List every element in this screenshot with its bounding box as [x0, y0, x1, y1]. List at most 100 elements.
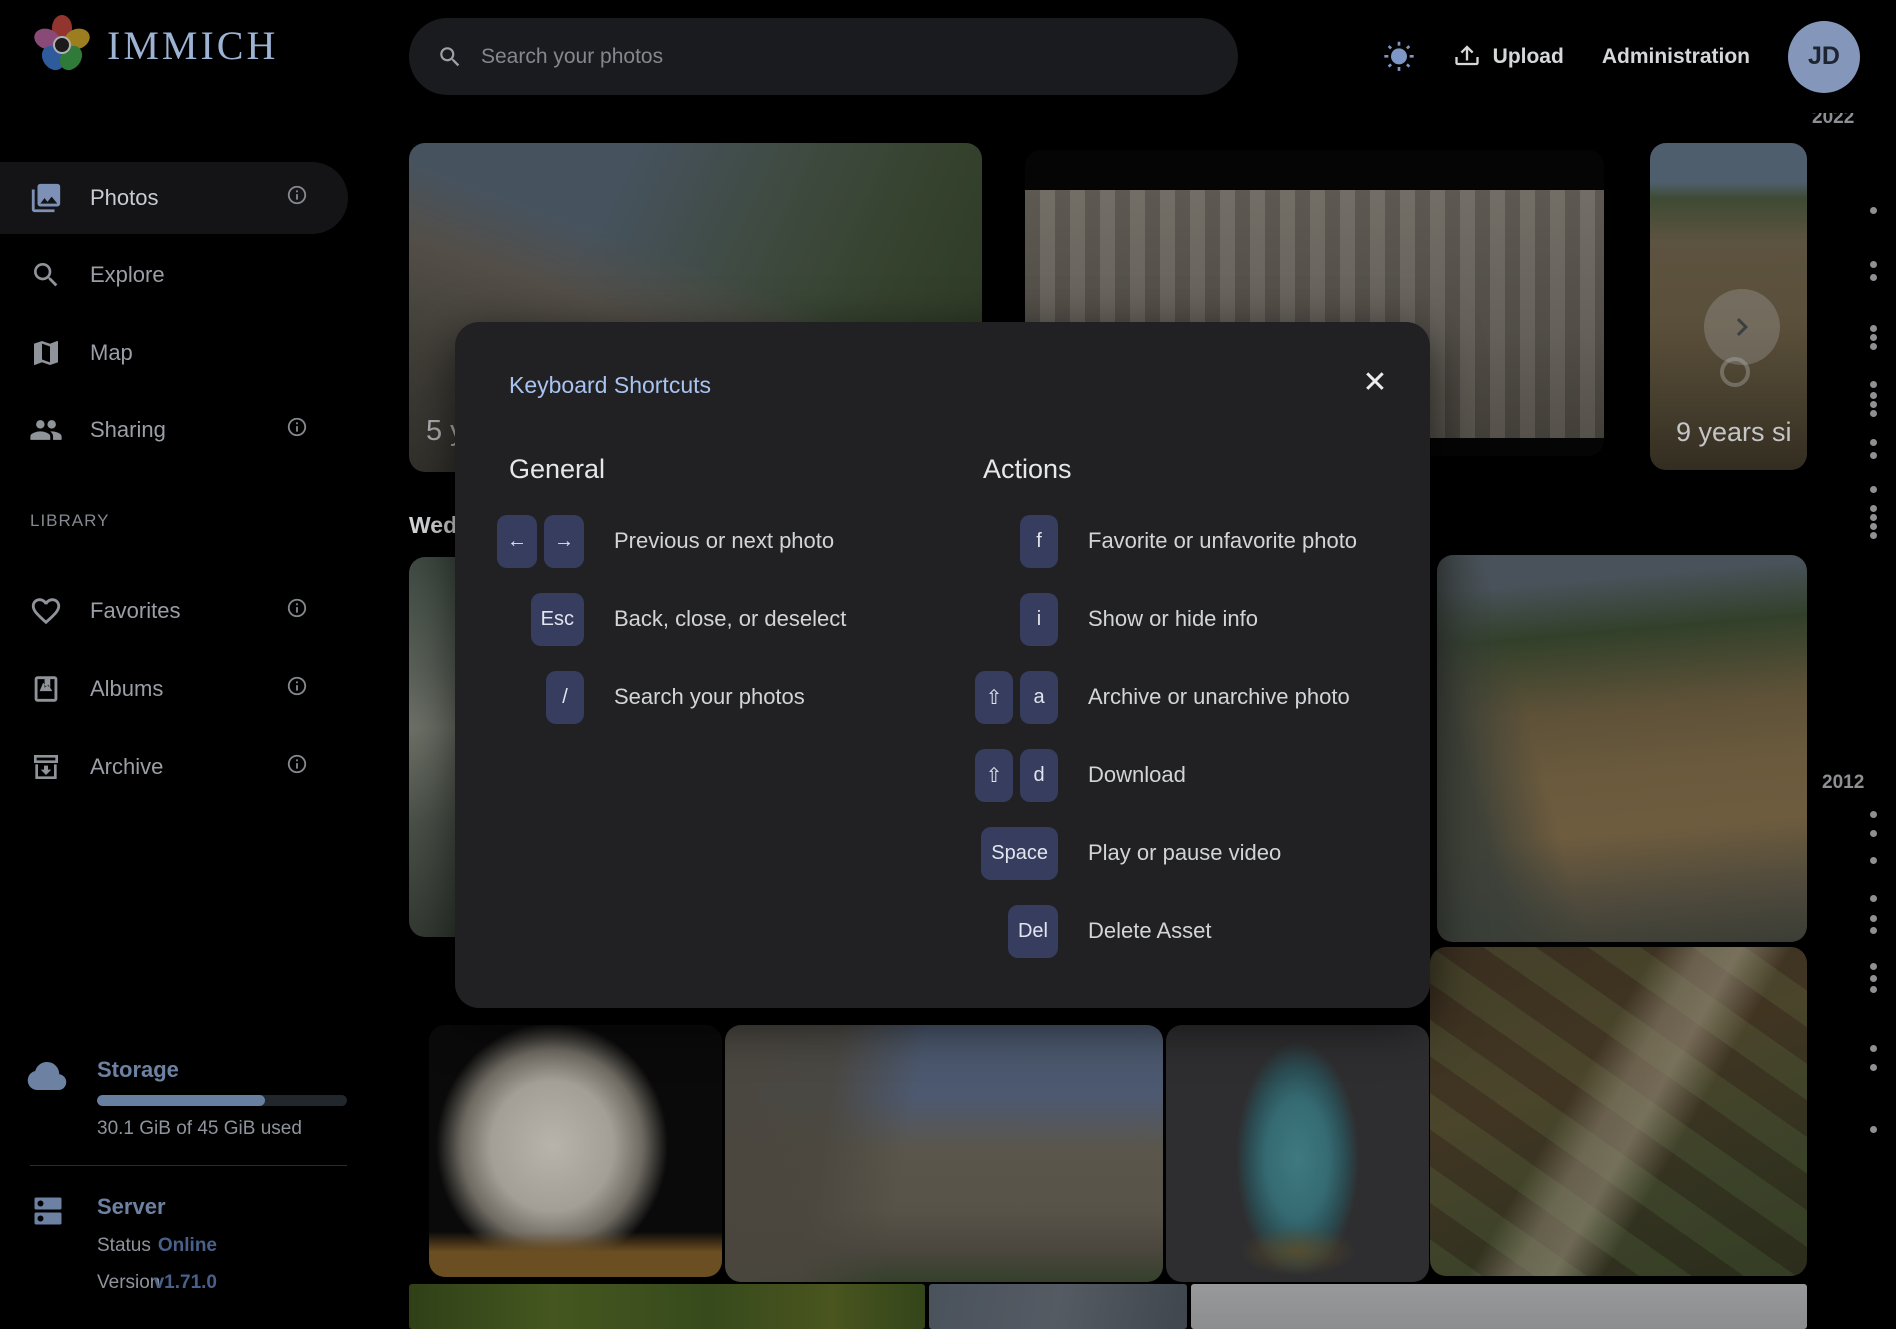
scrubber-dot	[1870, 830, 1877, 837]
shortcut-label: Favorite or unfavorite photo	[1088, 528, 1357, 554]
sidebar-item-label: Favorites	[90, 598, 286, 624]
scrubber-dot	[1870, 381, 1877, 388]
memory-label-right: 9 years si	[1676, 417, 1792, 448]
scrubber-dot	[1870, 392, 1877, 399]
sidebar-item-archive[interactable]: Archive	[0, 739, 348, 795]
scrubber-dot	[1870, 486, 1877, 493]
shortcut-keys: Space	[938, 827, 1058, 880]
keycap: Space	[981, 827, 1058, 880]
image-multiple-icon	[28, 181, 64, 215]
scrubber-dot	[1870, 207, 1877, 214]
shortcut-keys: ⇧d	[938, 749, 1058, 802]
scrubber-dot	[1870, 1064, 1877, 1071]
section-header-actions: Actions	[983, 454, 1072, 485]
sidebar-item-sharing[interactable]: Sharing	[0, 402, 348, 458]
info-icon[interactable]	[286, 416, 308, 444]
shortcut-row: ⇧dDownload	[938, 736, 1408, 814]
sidebar-item-map[interactable]: Map	[0, 325, 348, 381]
keycap: f	[1020, 515, 1058, 568]
sidebar-item-label: Photos	[90, 185, 286, 211]
administration-link[interactable]: Administration	[1602, 45, 1750, 69]
sidebar-item-label: Archive	[90, 754, 286, 780]
info-icon[interactable]	[286, 753, 308, 781]
shortcut-keys: Del	[938, 905, 1058, 958]
keycap: Del	[1008, 905, 1058, 958]
photo-sculpture[interactable]	[429, 1025, 722, 1277]
sidebar-item-albums[interactable]: Albums	[0, 661, 348, 717]
scrubber-dot	[1870, 986, 1877, 993]
scrubber-dot	[1870, 857, 1877, 864]
photo-gray-strip[interactable]	[1191, 1284, 1807, 1329]
map-icon	[28, 337, 64, 369]
server-version-value: v1.71.0	[97, 1272, 217, 1294]
scrubber-dot	[1870, 963, 1877, 970]
scrubber-dot	[1870, 410, 1877, 417]
storage-progress-bar	[97, 1095, 347, 1106]
info-icon[interactable]	[286, 597, 308, 625]
shortcut-label: Back, close, or deselect	[614, 606, 846, 632]
shortcut-row: ←→Previous or next photo	[489, 502, 909, 580]
scrubber-dot	[1870, 334, 1877, 341]
sidebar-item-photos[interactable]: Photos	[0, 162, 348, 234]
library-section-header: LIBRARY	[30, 511, 109, 531]
search-placeholder: Search your photos	[481, 45, 663, 69]
shortcuts-column-actions: fFavorite or unfavorite photoiShow or hi…	[938, 502, 1408, 970]
photo-sky-strip[interactable]	[929, 1284, 1187, 1329]
immich-logo[interactable]: IMMICH	[33, 14, 278, 76]
info-icon[interactable]	[286, 675, 308, 703]
photo-ruins[interactable]	[725, 1025, 1163, 1282]
scrubber-dot	[1870, 927, 1877, 934]
scrubber-dot	[1870, 895, 1877, 902]
scrubber-dot	[1870, 261, 1877, 268]
shortcut-row: /Search your photos	[489, 658, 909, 736]
shortcut-keys: f	[938, 515, 1058, 568]
scrubber-dot	[1870, 343, 1877, 350]
avatar-initials: JD	[1808, 42, 1840, 71]
next-memory-button[interactable]	[1704, 289, 1780, 365]
info-icon[interactable]	[286, 184, 308, 212]
sidebar-item-favorites[interactable]: Favorites	[0, 583, 348, 639]
keycap: a	[1020, 671, 1058, 724]
shortcuts-column-general: ←→Previous or next photoEscBack, close, …	[489, 502, 909, 736]
scrubber-dot	[1870, 523, 1877, 530]
search-icon	[437, 44, 463, 70]
keycap: ⇧	[975, 671, 1013, 724]
scrubber-dot	[1870, 439, 1877, 446]
keycap: ←	[497, 515, 537, 568]
shortcut-label: Play or pause video	[1088, 840, 1281, 866]
search-input[interactable]: Search your photos	[409, 18, 1238, 95]
photo-cliff-beach[interactable]	[1437, 555, 1807, 942]
scrubber-dot	[1870, 401, 1877, 408]
scrubber-dot	[1870, 975, 1877, 982]
scrubber-dot	[1870, 514, 1877, 521]
shortcut-row: ⇧a Archive or unarchive photo	[938, 658, 1408, 736]
sidebar-item-explore[interactable]: Explore	[0, 247, 348, 303]
photo-lizard[interactable]	[1430, 947, 1807, 1276]
shortcut-keys: /	[489, 671, 584, 724]
immich-flower-icon	[33, 14, 91, 76]
shortcut-row: EscBack, close, or deselect	[489, 580, 909, 658]
close-button[interactable]: ✕	[1353, 360, 1397, 404]
scrubber-dot	[1870, 1126, 1877, 1133]
photo-canyon-memory-card[interactable]: 9 years si	[1650, 143, 1807, 470]
shortcut-label: Archive or unarchive photo	[1088, 684, 1350, 710]
theme-toggle-button[interactable]	[1383, 41, 1415, 73]
sidebar: Photos Explore Map Sharing	[0, 113, 348, 1329]
shortcut-label: Delete Asset	[1088, 918, 1212, 944]
upload-button[interactable]: Upload	[1453, 43, 1564, 71]
sidebar-item-label: Sharing	[90, 417, 286, 443]
avatar[interactable]: JD	[1788, 21, 1860, 93]
upload-label: Upload	[1493, 45, 1564, 69]
scrubber-dot	[1870, 274, 1877, 281]
server-title: Server	[97, 1194, 166, 1220]
shortcut-label: Show or hide info	[1088, 606, 1258, 632]
photo-bushes-strip[interactable]	[409, 1284, 925, 1329]
shortcut-keys: ⇧a	[938, 671, 1058, 724]
top-nav: IMMICH Search your photos Upload Adminis…	[0, 0, 1896, 113]
account-multiple-icon	[28, 413, 64, 447]
shortcut-row: f Favorite or unfavorite photo	[938, 502, 1408, 580]
sidebar-item-label: Albums	[90, 676, 286, 702]
immich-app: 9 years si 5 y Wed, 2022 2012 IMM	[0, 0, 1896, 1329]
logo-text: IMMICH	[107, 22, 278, 69]
photo-porcelain[interactable]	[1166, 1025, 1429, 1282]
